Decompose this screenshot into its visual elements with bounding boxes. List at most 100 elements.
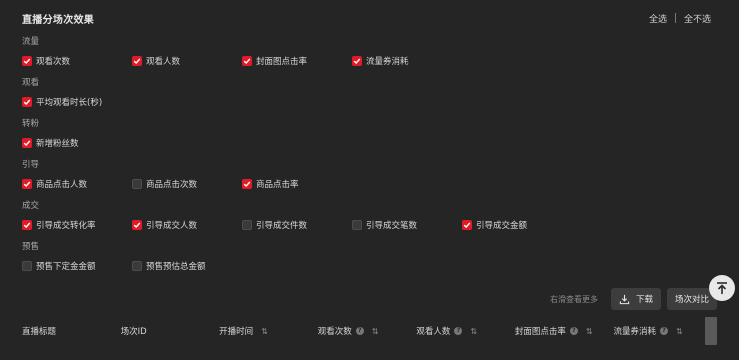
checkbox-unchecked[interactable] [242, 220, 252, 230]
check-icon [23, 58, 31, 64]
checkbox-checked[interactable] [132, 56, 142, 66]
checkbox-checked[interactable] [22, 220, 32, 230]
select-all-link[interactable]: 全选 [649, 12, 667, 25]
group-label: 观看 [22, 78, 40, 88]
checkbox-label: 引导成交人数 [146, 221, 198, 231]
column-header-label: 观看次数 [317, 327, 352, 337]
checkbox-checked[interactable] [22, 56, 32, 66]
group-label: 流量 [22, 37, 40, 47]
checkbox-unchecked[interactable] [132, 261, 142, 271]
column-header-label: 观看人数 [416, 327, 451, 337]
column-header[interactable]: 观看人数? ⇅ [416, 325, 515, 338]
compare-label: 场次对比 [674, 295, 709, 305]
checkbox-label: 新增粉丝数 [36, 139, 79, 149]
checkbox-checked[interactable] [22, 97, 32, 107]
metric-checkbox[interactable]: 观看人数 [132, 54, 242, 68]
sort-icon[interactable]: ⇅ [586, 327, 593, 336]
column-header: 直播标题 [22, 325, 121, 337]
checkbox-unchecked[interactable] [352, 220, 362, 230]
metric-checkbox[interactable]: 商品点击率 [242, 177, 352, 191]
sort-icon[interactable]: ⇅ [470, 327, 477, 336]
column-header[interactable]: 观看次数? ⇅ [317, 325, 417, 338]
select-none-link[interactable]: 全不选 [684, 12, 711, 25]
metric-checkbox[interactable]: 商品点击次数 [132, 177, 242, 191]
group-label: 转粉 [22, 119, 40, 129]
table-toolbar: 右滑查看更多 下载 场次对比 [550, 288, 717, 310]
checkbox-checked[interactable] [352, 56, 362, 66]
group-label: 成交 [22, 201, 40, 211]
checkbox-row: 预售下定金金额 预售预估总金额 [22, 259, 242, 273]
help-icon[interactable]: ? [355, 327, 364, 335]
live-session-effect-panel: 直播分场次效果 全选 全不选 流量 观看次数 观看人数 封面图点击率 流量券消耗 观看 平均… [0, 0, 739, 360]
checkbox-unchecked[interactable] [22, 261, 32, 271]
checkbox-checked[interactable] [22, 179, 32, 189]
metric-group: 流量观看次数 观看人数 封面图点击率 流量券消耗 [22, 36, 462, 68]
checkbox-checked[interactable] [132, 220, 142, 230]
metric-checkbox[interactable]: 预售下定金金额 [22, 259, 132, 273]
column-header[interactable]: 流量券消耗? ⇅ [613, 325, 712, 338]
metric-checkbox[interactable]: 预售预估总金额 [132, 259, 242, 273]
metric-checkbox[interactable]: 观看次数 [22, 54, 132, 68]
check-icon [133, 58, 141, 64]
sort-icon[interactable]: ⇅ [372, 327, 379, 336]
horizontal-scrollbar[interactable] [705, 317, 717, 345]
checkbox-label: 引导成交笔数 [366, 221, 418, 231]
check-icon [353, 58, 361, 64]
checkbox-row: 观看次数 观看人数 封面图点击率 流量券消耗 [22, 54, 462, 68]
metric-checkbox[interactable]: 商品点击人数 [22, 177, 132, 191]
column-header[interactable]: 开播时间 ⇅ [219, 325, 318, 338]
checkbox-checked[interactable] [22, 138, 32, 148]
divider [674, 13, 676, 23]
metric-checkbox[interactable]: 流量券消耗 [352, 54, 462, 68]
metric-checkbox[interactable]: 引导成交件数 [242, 218, 352, 232]
column-header-label: 封面图点击率 [514, 327, 566, 337]
check-icon [23, 222, 31, 228]
checkbox-label: 商品点击人数 [36, 180, 88, 190]
metric-checkbox[interactable]: 引导成交笔数 [352, 218, 462, 232]
metric-checkbox[interactable]: 引导成交转化率 [22, 218, 132, 232]
download-label: 下载 [635, 295, 653, 305]
column-header: 场次ID [121, 325, 220, 337]
metric-checkbox[interactable]: 引导成交金额 [462, 218, 572, 232]
check-icon [23, 140, 31, 146]
checkbox-label: 观看次数 [36, 57, 71, 67]
column-header-label: 流量券消耗 [613, 327, 656, 337]
metric-checkbox[interactable]: 封面图点击率 [242, 54, 352, 68]
checkbox-unchecked[interactable] [132, 179, 142, 189]
check-icon [243, 181, 251, 187]
sort-icon[interactable]: ⇅ [676, 327, 683, 336]
checkbox-checked[interactable] [242, 56, 252, 66]
sort-icon[interactable]: ⇅ [261, 327, 268, 336]
help-icon[interactable]: ? [569, 327, 578, 335]
checkbox-row: 引导成交转化率 引导成交人数 引导成交件数 引导成交笔数 引导成交金额 [22, 218, 572, 232]
checkbox-label: 引导成交件数 [256, 221, 308, 231]
help-icon[interactable]: ? [454, 327, 463, 335]
check-icon [133, 222, 141, 228]
help-icon[interactable]: ? [659, 327, 668, 335]
metric-group: 预售 预售下定金金额 预售预估总金额 [22, 241, 242, 273]
back-to-top-button[interactable] [709, 275, 735, 301]
download-button[interactable]: 下载 [610, 288, 661, 310]
checkbox-label: 引导成交金额 [476, 221, 528, 231]
checkbox-label: 观看人数 [146, 57, 181, 67]
back-to-top-icon [717, 281, 727, 294]
download-icon [619, 294, 630, 304]
metric-checkbox[interactable]: 新增粉丝数 [22, 136, 132, 150]
metric-checkbox[interactable]: 引导成交人数 [132, 218, 242, 232]
column-header[interactable]: 封面图点击率? ⇅ [514, 325, 614, 338]
checkbox-label: 流量券消耗 [366, 57, 409, 67]
column-header-label: 直播标题 [22, 327, 57, 337]
check-icon [463, 222, 471, 228]
metric-group: 引导商品点击人数 商品点击次数 商品点击率 [22, 159, 352, 191]
header-actions: 全选 全不选 [649, 12, 711, 25]
metric-group: 转粉新增粉丝数 [22, 118, 132, 150]
checkbox-label: 平均观看时长(秒) [36, 98, 103, 108]
check-icon [243, 58, 251, 64]
checkbox-checked[interactable] [462, 220, 472, 230]
panel-title: 直播分场次效果 [22, 14, 95, 26]
group-label: 引导 [22, 160, 40, 170]
metric-checkbox[interactable]: 平均观看时长(秒) [22, 95, 132, 109]
checkbox-label: 商品点击率 [256, 180, 299, 190]
checkbox-row: 新增粉丝数 [22, 136, 132, 150]
checkbox-checked[interactable] [242, 179, 252, 189]
